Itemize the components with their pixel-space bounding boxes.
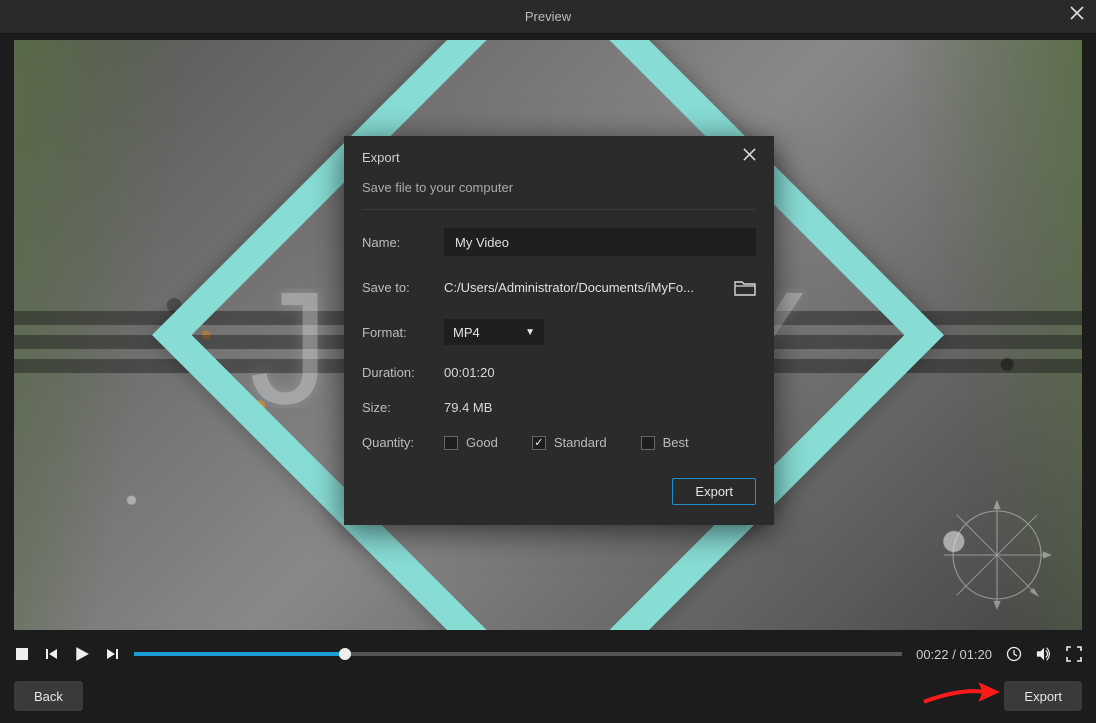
stop-icon[interactable] — [14, 646, 30, 662]
step-forward-icon[interactable] — [104, 646, 120, 662]
dialog-export-button[interactable]: Export — [672, 478, 756, 505]
checkbox-checked-icon — [532, 436, 546, 450]
fullscreen-icon[interactable] — [1066, 646, 1082, 662]
play-icon[interactable] — [74, 646, 90, 662]
format-value: MP4 — [453, 325, 480, 340]
window-close-icon[interactable] — [1070, 6, 1084, 25]
name-label: Name: — [362, 235, 434, 250]
back-button[interactable]: Back — [14, 681, 83, 711]
dialog-subtitle: Save file to your computer — [362, 176, 756, 210]
duration-label: Duration: — [362, 365, 434, 380]
saveto-label: Save to: — [362, 280, 434, 295]
volume-icon[interactable] — [1036, 646, 1052, 662]
time-display: 00:22 / 01:20 — [916, 647, 992, 662]
step-back-icon[interactable] — [44, 646, 60, 662]
window-title: Preview — [525, 9, 571, 24]
quality-standard[interactable]: Standard — [532, 435, 607, 450]
quality-good[interactable]: Good — [444, 435, 498, 450]
name-input[interactable] — [444, 228, 756, 256]
saveto-path: C:/Users/Administrator/Documents/iMyFo..… — [444, 276, 724, 299]
quality-good-label: Good — [466, 435, 498, 450]
progress-knob[interactable] — [339, 648, 351, 660]
clock-icon[interactable] — [1006, 646, 1022, 662]
progress-bar[interactable] — [134, 652, 902, 656]
export-button[interactable]: Export — [1004, 681, 1082, 711]
player-controls: 00:22 / 01:20 — [14, 638, 1082, 670]
quality-best-label: Best — [663, 435, 689, 450]
footer: Back Export — [14, 681, 1082, 711]
size-value: 79.4 MB — [444, 400, 492, 415]
dialog-title: Export — [362, 150, 400, 165]
size-label: Size: — [362, 400, 434, 415]
browse-folder-icon[interactable] — [734, 279, 756, 297]
title-bar: Preview — [0, 0, 1096, 34]
quality-standard-label: Standard — [554, 435, 607, 450]
export-dialog: Export Save file to your computer Name: … — [344, 136, 774, 525]
checkbox-icon — [444, 436, 458, 450]
progress-fill — [134, 652, 345, 656]
dialog-close-icon[interactable] — [743, 148, 756, 166]
checkbox-icon — [641, 436, 655, 450]
chevron-down-icon: ▼ — [525, 327, 535, 338]
format-select[interactable]: MP4 ▼ — [444, 319, 544, 345]
quality-label: Quantity: — [362, 435, 434, 450]
quality-best[interactable]: Best — [641, 435, 689, 450]
duration-value: 00:01:20 — [444, 365, 495, 380]
format-label: Format: — [362, 325, 434, 340]
